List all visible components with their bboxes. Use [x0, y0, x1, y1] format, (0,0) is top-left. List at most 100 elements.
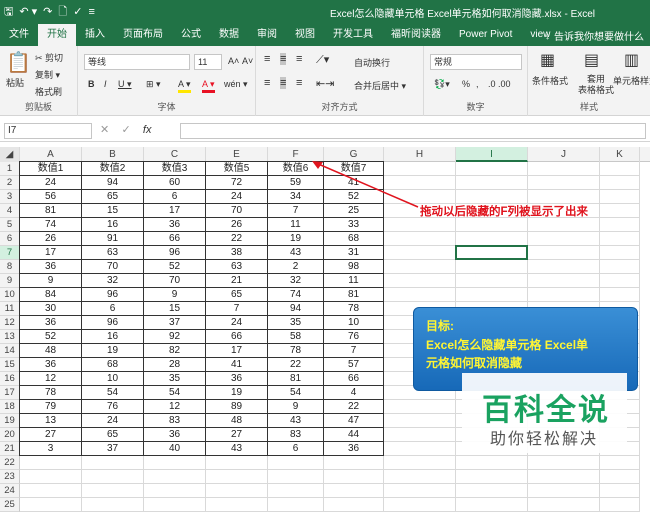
- cell-H20[interactable]: [384, 428, 456, 442]
- table-cell[interactable]: 94: [82, 176, 144, 190]
- table-cell[interactable]: 81: [20, 204, 82, 218]
- row-header-5[interactable]: 5: [0, 218, 20, 232]
- table-cell[interactable]: 43: [268, 246, 324, 260]
- cell-A22[interactable]: [20, 456, 82, 470]
- table-cell[interactable]: 96: [82, 316, 144, 330]
- cell-J3[interactable]: [528, 190, 600, 204]
- table-cell[interactable]: 36: [144, 218, 206, 232]
- cell-C24[interactable]: [144, 484, 206, 498]
- font-name-select[interactable]: 等线: [84, 54, 190, 70]
- table-cell[interactable]: 9: [144, 288, 206, 302]
- table-cell[interactable]: 24: [206, 190, 268, 204]
- cell-E24[interactable]: [206, 484, 268, 498]
- cell-I9[interactable]: [456, 274, 528, 288]
- table-cell[interactable]: 63: [206, 260, 268, 274]
- cell-A23[interactable]: [20, 470, 82, 484]
- table-cell[interactable]: 26: [206, 218, 268, 232]
- table-cell[interactable]: 35: [268, 316, 324, 330]
- border-button[interactable]: ⊞ ▾: [146, 79, 161, 90]
- wrap-text-button[interactable]: 自动换行: [354, 56, 390, 69]
- cell-B25[interactable]: [82, 498, 144, 512]
- table-cell[interactable]: 31: [324, 246, 384, 260]
- tab-0[interactable]: 文件: [0, 24, 38, 46]
- table-cell[interactable]: 22: [324, 400, 384, 414]
- cell-G23[interactable]: [324, 470, 384, 484]
- table-cell[interactable]: 10: [82, 372, 144, 386]
- align-left-icon[interactable]: ≡: [264, 77, 270, 89]
- tab-7[interactable]: 视图: [286, 24, 324, 46]
- row-header-12[interactable]: 12: [0, 316, 20, 330]
- save-icon[interactable]: 🖫: [4, 3, 13, 21]
- table-cell[interactable]: 16: [82, 218, 144, 232]
- align-center-icon[interactable]: ≡: [280, 77, 287, 89]
- cell-J9[interactable]: [528, 274, 600, 288]
- table-cell[interactable]: 78: [324, 302, 384, 316]
- table-cell[interactable]: 65: [206, 288, 268, 302]
- table-cell[interactable]: 83: [268, 428, 324, 442]
- cell-H25[interactable]: [384, 498, 456, 512]
- table-cell[interactable]: 47: [324, 414, 384, 428]
- table-cell[interactable]: 9: [268, 400, 324, 414]
- table-cell[interactable]: 76: [324, 330, 384, 344]
- table-header-cell[interactable]: 数值3: [144, 162, 206, 176]
- cell-I2[interactable]: [456, 176, 528, 190]
- table-cell[interactable]: 7: [206, 302, 268, 316]
- table-cell[interactable]: 12: [20, 372, 82, 386]
- currency-icon[interactable]: 💱▾: [434, 79, 450, 90]
- table-cell[interactable]: 89: [206, 400, 268, 414]
- row-header-25[interactable]: 25: [0, 498, 20, 512]
- table-cell[interactable]: 37: [82, 442, 144, 456]
- cell-F24[interactable]: [268, 484, 324, 498]
- table-cell[interactable]: 41: [324, 176, 384, 190]
- table-cell[interactable]: 19: [268, 232, 324, 246]
- table-cell[interactable]: 9: [20, 274, 82, 288]
- table-cell[interactable]: 17: [206, 344, 268, 358]
- customize-icon[interactable]: ≡: [88, 3, 94, 21]
- table-cell[interactable]: 83: [144, 414, 206, 428]
- table-cell[interactable]: 96: [144, 246, 206, 260]
- undo-icon[interactable]: ↶ ▾: [19, 3, 37, 21]
- cell-H10[interactable]: [384, 288, 456, 302]
- table-cell[interactable]: 12: [144, 400, 206, 414]
- tab-4[interactable]: 公式: [172, 24, 210, 46]
- cell-K7[interactable]: [600, 246, 640, 260]
- row-header-23[interactable]: 23: [0, 470, 20, 484]
- cell-I6[interactable]: [456, 232, 528, 246]
- table-cell[interactable]: 66: [324, 372, 384, 386]
- row-header-7[interactable]: 7: [0, 246, 20, 260]
- row-header-6[interactable]: 6: [0, 232, 20, 246]
- cell-H5[interactable]: [384, 218, 456, 232]
- table-cell[interactable]: 43: [206, 442, 268, 456]
- table-cell[interactable]: 22: [206, 232, 268, 246]
- table-cell[interactable]: 70: [206, 204, 268, 218]
- column-header-K[interactable]: K: [600, 147, 640, 162]
- cut-button[interactable]: ✂ 剪切: [35, 51, 63, 64]
- tab-1[interactable]: 开始: [38, 24, 76, 46]
- table-header-cell[interactable]: 数值5: [206, 162, 268, 176]
- table-cell[interactable]: 74: [268, 288, 324, 302]
- cell-I1[interactable]: [456, 162, 528, 176]
- align-bottom-icon[interactable]: ≡: [296, 53, 302, 65]
- cell-B22[interactable]: [82, 456, 144, 470]
- cell-G25[interactable]: [324, 498, 384, 512]
- table-cell[interactable]: 36: [206, 372, 268, 386]
- cell-K3[interactable]: [600, 190, 640, 204]
- table-cell[interactable]: 24: [82, 414, 144, 428]
- table-cell[interactable]: 36: [20, 260, 82, 274]
- tab-6[interactable]: 审阅: [248, 24, 286, 46]
- cell-I5[interactable]: [456, 218, 528, 232]
- row-header-1[interactable]: 1: [0, 162, 20, 176]
- font-color-button[interactable]: A ▾: [202, 79, 215, 93]
- cell-J7[interactable]: [528, 246, 600, 260]
- table-cell[interactable]: 66: [206, 330, 268, 344]
- row-header-19[interactable]: 19: [0, 414, 20, 428]
- table-cell[interactable]: 6: [268, 442, 324, 456]
- table-cell[interactable]: 26: [20, 232, 82, 246]
- table-cell[interactable]: 11: [268, 218, 324, 232]
- underline-button[interactable]: U ▾: [118, 79, 132, 90]
- copy-button[interactable]: 复制 ▾: [35, 68, 60, 81]
- comma-button[interactable]: ,: [476, 79, 479, 89]
- cell-F22[interactable]: [268, 456, 324, 470]
- row-header-18[interactable]: 18: [0, 400, 20, 414]
- cell-H23[interactable]: [384, 470, 456, 484]
